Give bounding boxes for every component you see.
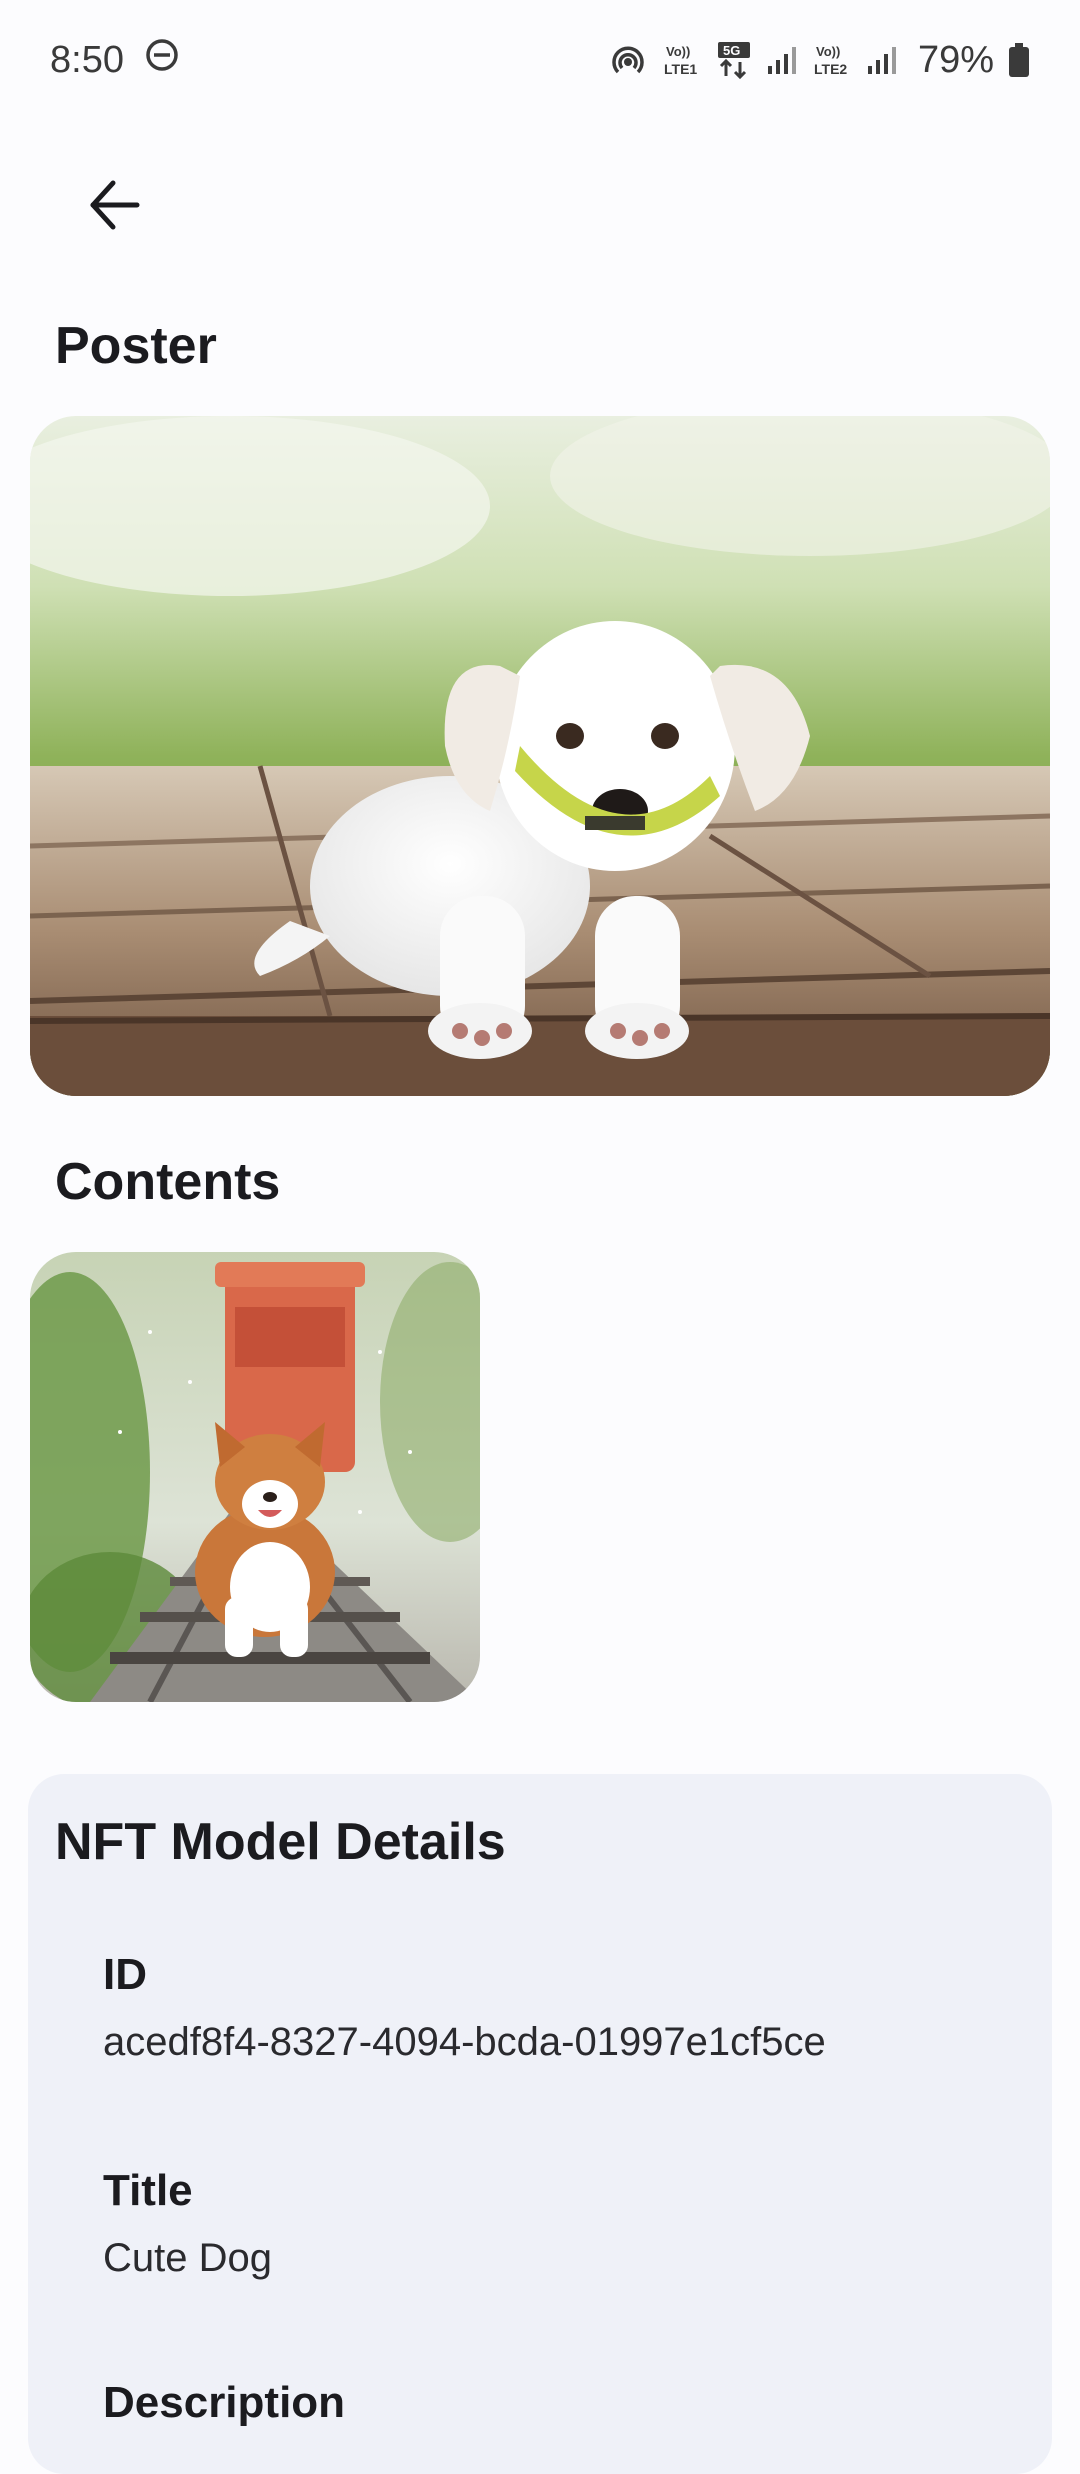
volte-sim1-icon: Vo)) LTE1: [662, 42, 702, 78]
detail-value-id: acedf8f4-8327-4094-bcda-01997e1cf5ce: [103, 2020, 826, 2064]
puppy-photo: [30, 416, 1050, 1096]
contents-title: Contents: [55, 1153, 281, 1211]
status-bar: 8:50 Vo)) LTE1 5G Vo)) LTE2 79%: [0, 0, 1080, 120]
battery-icon: [1008, 42, 1030, 78]
detail-label-description: Description: [103, 2378, 346, 2427]
poster-title: Poster: [55, 317, 217, 375]
detail-value-title: Cute Dog: [103, 2236, 272, 2280]
do-not-disturb-icon: [144, 37, 180, 83]
battery-percent: 79%: [917, 38, 994, 81]
nft-details-card: NFT Model Details ID acedf8f4-8327-4094-…: [28, 1774, 1052, 2474]
status-right: Vo)) LTE1 5G Vo)) LTE2 79%: [608, 39, 1030, 82]
status-time: 8:50: [50, 38, 124, 81]
detail-label-id: ID: [103, 1950, 147, 1999]
volte-sim2-icon: Vo)) LTE2: [812, 42, 852, 78]
sim2-label: LTE2: [814, 61, 847, 77]
signal-icon: [766, 44, 798, 76]
volte-label: Vo)): [816, 44, 840, 59]
corgi-photo: [30, 1252, 480, 1702]
details-title: NFT Model Details: [55, 1813, 506, 1871]
hotspot-icon: [608, 42, 648, 78]
poster-image[interactable]: [30, 416, 1050, 1096]
status-left: 8:50: [50, 37, 180, 83]
sim1-label: LTE1: [664, 61, 697, 77]
signal-icon: [866, 44, 898, 76]
volte-label: Vo)): [666, 44, 690, 59]
content-thumbnail[interactable]: [30, 1252, 480, 1702]
network-badge: 5G: [723, 43, 740, 58]
5g-icon: 5G: [716, 40, 752, 80]
detail-label-title: Title: [103, 2166, 193, 2215]
arrow-left-icon: [90, 180, 140, 230]
back-button[interactable]: [70, 160, 160, 250]
